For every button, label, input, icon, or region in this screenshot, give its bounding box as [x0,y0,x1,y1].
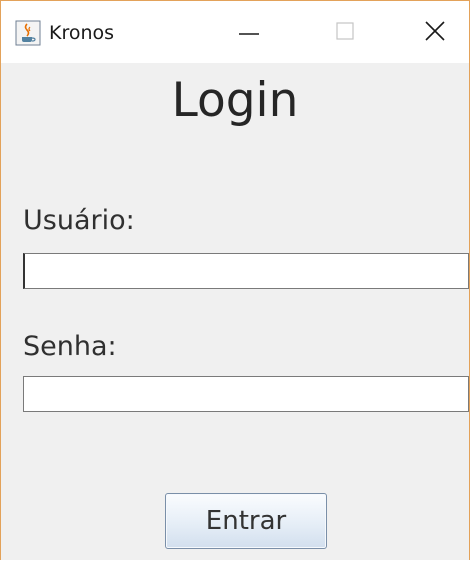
minimize-button[interactable] [219,11,279,55]
page-title: Login [171,73,299,128]
maximize-button[interactable] [315,11,375,55]
password-label: Senha: [23,331,117,362]
close-button[interactable] [405,11,465,55]
login-button[interactable]: Entrar [165,493,327,549]
minimize-icon [238,20,260,46]
title-bar[interactable]: Kronos [1,1,469,63]
username-label: Usuário: [23,205,135,236]
password-input[interactable] [23,376,469,412]
login-form: Login Usuário: Senha: Entrar [1,63,469,561]
username-input[interactable] [23,253,469,289]
close-icon [424,20,446,46]
app-window: Kronos Login Usuário: Senha: Entrar [0,0,470,560]
java-coffee-cup-icon[interactable] [15,20,41,46]
maximize-icon [334,20,356,46]
window-title: Kronos [49,22,115,44]
